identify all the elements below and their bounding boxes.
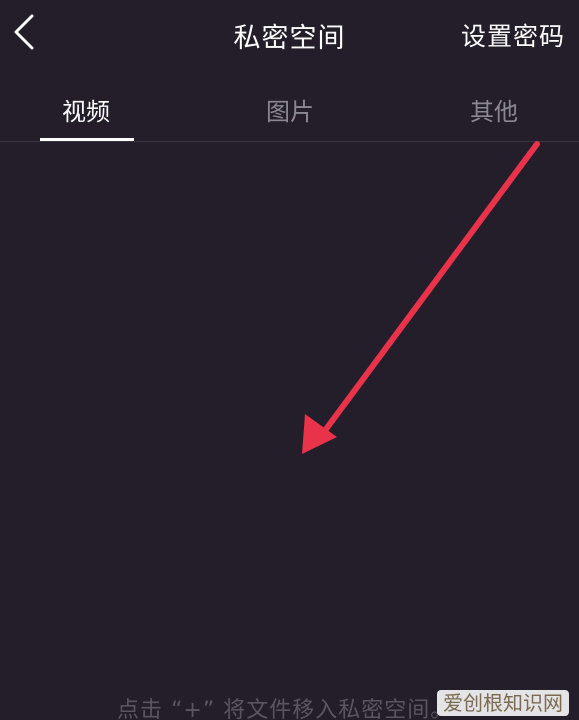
tab-video[interactable]: 视频 [62,92,110,127]
annotation-arrow-shaft [315,141,540,443]
category-tabs: 视频 图片 其他 [0,80,579,142]
empty-state-hint: 点击 “+” 将文件移入私密空间。 [117,698,454,720]
tab-other[interactable]: 其他 [470,92,518,127]
set-password-button[interactable]: 设置密码 [461,17,565,53]
annotation-arrow-head [302,414,337,454]
top-bar: 私密空间 设置密码 [0,0,579,72]
watermark: 爱创根知识网 [437,690,569,716]
tab-image[interactable]: 图片 [266,92,314,127]
private-space-screen: 私密空间 设置密码 视频 图片 其他 点击 “+” 将文件移入私密空间。 爱创根… [0,0,579,720]
tab-divider [0,141,579,142]
